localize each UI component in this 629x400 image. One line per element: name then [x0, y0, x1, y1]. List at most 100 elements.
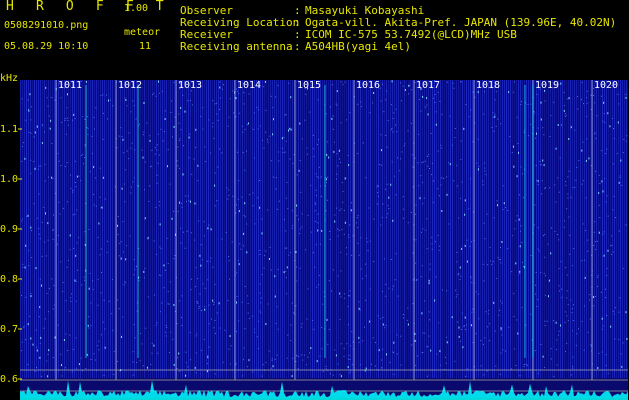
noise-speck	[586, 115, 588, 117]
noise-speck	[46, 360, 48, 362]
noise-column	[550, 80, 551, 378]
noise-speck	[46, 293, 48, 295]
noise-column	[326, 80, 327, 378]
noise-column	[604, 80, 605, 378]
noise-column	[316, 80, 317, 378]
noise-speck	[87, 116, 88, 118]
noise-speck	[284, 218, 285, 220]
noise-speck	[65, 333, 67, 335]
noise-speck	[49, 127, 51, 130]
noise-speck	[583, 349, 585, 351]
noise-speck	[565, 181, 567, 182]
noise-speck	[124, 183, 126, 185]
noise-speck	[536, 179, 538, 181]
noise-column	[372, 80, 373, 378]
noise-speck	[380, 100, 382, 102]
noise-speck	[381, 149, 382, 152]
noise-speck	[301, 354, 303, 356]
noise-speck	[490, 260, 492, 262]
noise-speck	[611, 244, 613, 246]
noise-speck	[310, 231, 312, 233]
noise-speck	[51, 97, 53, 98]
noise-column	[152, 80, 153, 378]
noise-column	[548, 80, 549, 378]
noise-speck	[290, 128, 292, 131]
noise-speck	[604, 178, 606, 180]
noise-column	[242, 80, 243, 378]
noise-speck	[339, 292, 341, 295]
noise-speck	[310, 347, 312, 350]
noise-speck	[332, 115, 334, 117]
noise-speck	[582, 141, 584, 143]
noise-column	[50, 80, 51, 378]
noise-speck	[285, 277, 287, 279]
noise-speck	[314, 210, 316, 212]
noise-speck	[423, 197, 425, 199]
noise-speck	[396, 353, 398, 355]
noise-speck	[381, 359, 383, 361]
noise-speck	[291, 227, 293, 229]
noise-speck	[606, 148, 608, 150]
noise-speck	[33, 203, 35, 205]
noise-speck	[104, 346, 106, 349]
noise-speck	[476, 162, 478, 164]
noise-speck	[565, 311, 567, 313]
noise-speck	[607, 215, 609, 217]
noise-speck	[317, 222, 319, 224]
noise-speck	[180, 242, 182, 244]
noise-speck	[141, 343, 143, 345]
noise-speck	[350, 202, 352, 204]
noise-speck	[572, 356, 574, 358]
noise-speck	[601, 328, 603, 330]
noise-speck	[259, 292, 261, 294]
noise-speck	[503, 202, 505, 205]
noise-speck	[415, 262, 417, 264]
noise-speck	[202, 259, 203, 261]
noise-column	[610, 80, 611, 378]
noise-speck	[306, 318, 308, 320]
noise-speck	[456, 294, 458, 296]
noise-speck	[515, 220, 517, 222]
noise-speck	[221, 238, 223, 240]
noise-speck	[606, 268, 608, 269]
noise-speck	[542, 159, 544, 162]
noise-column	[374, 80, 375, 378]
noise-column	[314, 80, 315, 378]
noise-speck	[617, 121, 619, 124]
noise-speck	[258, 109, 259, 111]
noise-column	[258, 80, 259, 378]
noise-speck	[496, 277, 498, 279]
noise-speck	[214, 172, 216, 174]
noise-speck	[523, 364, 525, 365]
noise-speck	[316, 195, 317, 196]
noise-speck	[190, 232, 192, 234]
noise-speck	[602, 190, 604, 193]
noise-speck	[394, 279, 396, 281]
noise-speck	[208, 304, 210, 306]
noise-column	[82, 80, 83, 378]
noise-speck	[466, 324, 467, 326]
noise-speck	[177, 211, 179, 213]
noise-speck	[565, 351, 566, 353]
noise-speck	[382, 203, 384, 205]
noise-speck	[60, 353, 62, 355]
noise-column	[70, 80, 71, 378]
noise-speck	[461, 181, 463, 183]
noise-speck	[270, 269, 272, 271]
noise-column	[280, 80, 281, 378]
noise-speck	[177, 165, 179, 167]
noise-speck	[325, 178, 327, 181]
noise-speck	[568, 216, 570, 218]
noise-speck	[41, 142, 43, 145]
noise-speck	[357, 215, 359, 217]
noise-speck	[194, 239, 195, 241]
noise-speck	[244, 128, 246, 130]
noise-speck	[158, 80, 159, 83]
noise-speck	[286, 247, 288, 249]
noise-speck	[492, 116, 494, 118]
noise-speck	[596, 115, 598, 117]
noise-speck	[47, 239, 49, 241]
noise-speck	[84, 231, 86, 233]
noise-speck	[276, 208, 278, 210]
noise-speck	[277, 328, 279, 330]
